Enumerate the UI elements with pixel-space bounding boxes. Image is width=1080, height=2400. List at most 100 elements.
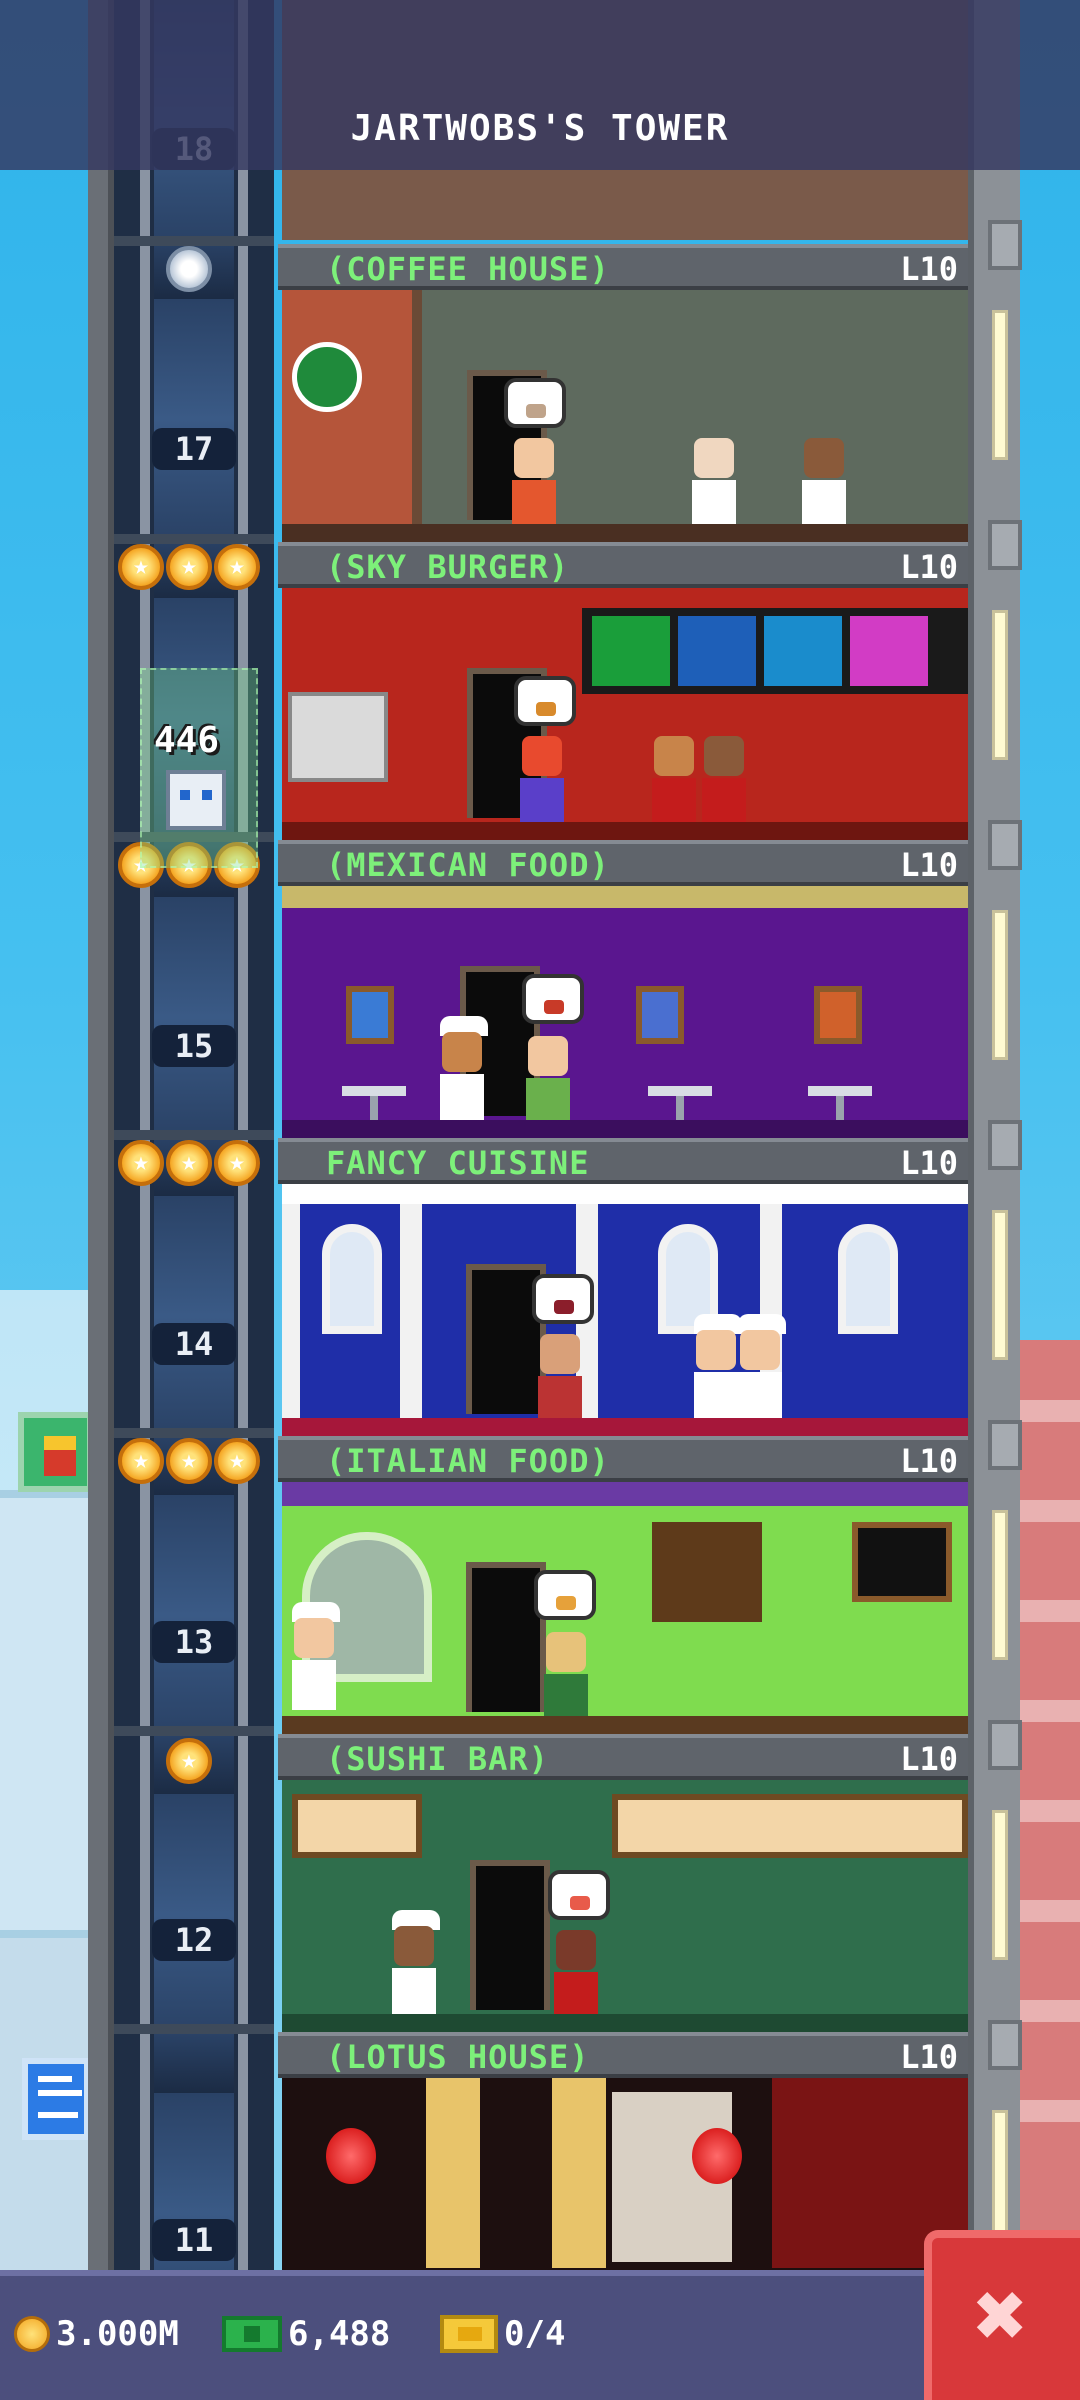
red-lantern: [692, 2128, 742, 2184]
floor-14-italian-food[interactable]: [282, 1482, 968, 1734]
chef: [292, 1602, 340, 1710]
menu-board: [852, 1522, 952, 1602]
floor-name: FANCY CUISINE: [326, 1144, 590, 1182]
customer: [544, 1632, 588, 1727]
floor-name: (COFFEE HOUSE): [326, 250, 610, 288]
floor-stars: ★: [166, 1738, 212, 1788]
chef: [738, 1314, 786, 1422]
floor-stars: ★ ★ ★: [118, 1438, 260, 1488]
chef: [440, 1016, 488, 1124]
arched-window: [838, 1224, 898, 1334]
customer: [554, 1930, 598, 2025]
floor-name: (MEXICAN FOOD): [326, 846, 610, 884]
blue-billboard: [22, 2058, 90, 2140]
shaft-floor-label: 15: [152, 1025, 236, 1067]
floor-level: L10: [900, 1740, 958, 1778]
sushi-request-bubble: [548, 1870, 610, 1920]
floor-12-lotus-house[interactable]: [282, 2078, 968, 2270]
star-icon: ★: [166, 1438, 212, 1484]
burger-request-bubble: [514, 676, 576, 726]
star-icon: ★: [118, 1140, 164, 1186]
floor-level: L10: [900, 2038, 958, 2076]
star-icon: ★: [214, 544, 260, 590]
tower-header: JARTWOBS'S TOWER: [0, 0, 1080, 170]
shaft-floor-label: 17: [152, 428, 236, 470]
bux-value: 6,488: [288, 2314, 391, 2354]
floor-15-fancy-cuisine[interactable]: [282, 1184, 968, 1436]
close-button[interactable]: ✖: [924, 2230, 1080, 2400]
wine-request-bubble: [532, 1274, 594, 1324]
floor-17-sky-burger[interactable]: [282, 588, 968, 840]
tower-frame-left: [88, 0, 114, 2270]
chef: [392, 1910, 440, 2018]
floor-name: (SKY BURGER): [326, 548, 570, 586]
tower-frame-right: [968, 0, 1022, 2270]
floor-level: L10: [900, 548, 958, 586]
red-lantern: [326, 2128, 376, 2184]
star-icon: ★: [118, 544, 164, 590]
tickets-value: 0/4: [504, 2314, 566, 2354]
barista: [692, 438, 736, 533]
floor-17-header[interactable]: (SKY BURGER) L10: [278, 542, 968, 588]
fries-billboard: [18, 1412, 93, 1492]
fries-icon: [44, 1436, 76, 1476]
wall-picture: [814, 986, 862, 1044]
star-icon: ★: [166, 246, 212, 292]
star-icon: ★: [166, 1738, 212, 1784]
floor-level: L10: [900, 846, 958, 884]
customer: [538, 1334, 582, 1429]
floor-13-sushi-bar[interactable]: [282, 1780, 968, 2032]
chef: [694, 1314, 742, 1422]
star-icon: ★: [118, 1438, 164, 1484]
customer: [520, 736, 564, 831]
soda-machine: [288, 692, 388, 782]
floor-name: (ITALIAN FOOD): [326, 1442, 610, 1480]
customer: [512, 438, 556, 533]
shaft-floor-label: 14: [152, 1323, 236, 1365]
floor-12-header[interactable]: (LOTUS HOUSE) L10: [278, 2032, 968, 2078]
elevator-operator: [166, 770, 226, 830]
floor-level: L10: [900, 1442, 958, 1480]
cook: [702, 736, 746, 831]
elevator-passenger-count: 446: [154, 720, 220, 761]
floor-stars: ★ ★ ★: [118, 1140, 260, 1190]
shaft-floor-label: 12: [152, 1919, 236, 1961]
floor-name: (SUSHI BAR): [326, 1740, 549, 1778]
wine-rack: [652, 1522, 762, 1622]
floor-13-header[interactable]: (SUSHI BAR) L10: [278, 1734, 968, 1780]
bux-counter[interactable]: 6,488: [222, 2304, 390, 2364]
coffee-cup-icon: [292, 342, 362, 412]
arched-window: [322, 1224, 382, 1334]
shaft-floor-label: 11: [152, 2219, 236, 2261]
shaft-floor-label: 13: [152, 1621, 236, 1663]
coins-counter[interactable]: 3.000M: [14, 2304, 179, 2364]
coins-value: 3.000M: [56, 2314, 179, 2354]
star-icon: ★: [166, 544, 212, 590]
bottom-status-bar: 3.000M 6,488 0/4: [0, 2270, 1080, 2400]
floor-18-header[interactable]: (COFFEE HOUSE) L10: [278, 244, 968, 290]
floor-name: (LOTUS HOUSE): [326, 2038, 590, 2076]
floor-level: L10: [900, 1144, 958, 1182]
floor-stars: ★: [166, 246, 212, 296]
star-icon: ★: [166, 1140, 212, 1186]
elevator-car[interactable]: 446: [140, 668, 258, 868]
floor-stars: ★ ★ ★: [118, 544, 260, 594]
cook: [652, 736, 696, 831]
golden-ticket-icon: [440, 2315, 498, 2353]
tickets-counter[interactable]: 0/4: [440, 2304, 565, 2364]
food-request-bubble: [522, 974, 584, 1024]
floor-18-coffee-house[interactable]: [282, 290, 968, 542]
tower-title: JARTWOBS'S TOWER: [350, 108, 730, 149]
wall-picture: [346, 986, 394, 1044]
barista: [802, 438, 846, 533]
star-icon: ★: [214, 1140, 260, 1186]
coin-icon: [14, 2316, 50, 2352]
floor-16-mexican-food[interactable]: [282, 886, 968, 1138]
floor-14-header[interactable]: (ITALIAN FOOD) L10: [278, 1436, 968, 1482]
customer: [526, 1036, 570, 1131]
pasta-request-bubble: [534, 1570, 596, 1620]
coffee-request-bubble: [504, 378, 566, 428]
floor-16-header[interactable]: (MEXICAN FOOD) L10: [278, 840, 968, 886]
floor-15-header[interactable]: FANCY CUISINE L10: [278, 1138, 968, 1184]
wall-picture: [636, 986, 684, 1044]
